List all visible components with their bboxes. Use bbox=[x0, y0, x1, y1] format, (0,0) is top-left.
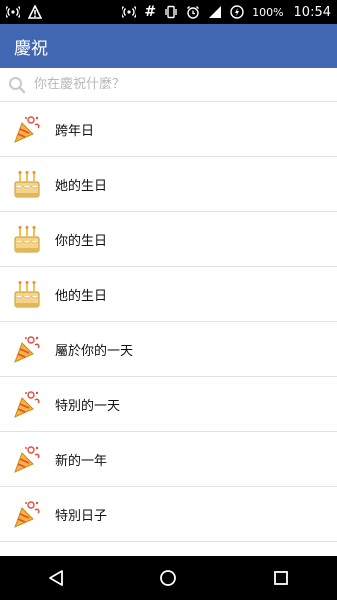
list-item-label: 屬於你的一天 bbox=[55, 343, 134, 359]
app-bar: 慶祝 bbox=[0, 24, 337, 68]
search-bar[interactable] bbox=[0, 68, 337, 102]
vibrate-icon bbox=[164, 5, 178, 19]
page-title: 慶祝 bbox=[14, 38, 48, 59]
party-popper-icon bbox=[11, 498, 43, 530]
list-item-label: 特別日子 bbox=[55, 508, 108, 524]
battery-saver-icon bbox=[230, 5, 244, 19]
list-item-label: 特別的一天 bbox=[55, 398, 121, 414]
wifi-hotspot-icon bbox=[122, 5, 137, 19]
list-item-label: 跨年日 bbox=[55, 123, 95, 139]
list-item[interactable]: 她的生日 bbox=[0, 157, 337, 212]
list-item-label: 他的生日 bbox=[55, 288, 108, 304]
clock: 10:54 bbox=[293, 4, 331, 20]
battery-percent: 100% bbox=[252, 5, 284, 19]
home-circle-icon bbox=[160, 570, 177, 586]
alarm-icon bbox=[186, 5, 200, 19]
lte-signal-icon bbox=[208, 5, 222, 19]
status-bar-right: # 100% 10:54 bbox=[122, 4, 331, 20]
list-item[interactable]: 屬於你的一天 bbox=[0, 322, 337, 377]
hash-icon: # bbox=[144, 4, 157, 20]
list-item[interactable]: 跨年日 bbox=[0, 102, 337, 157]
birthday-cake-icon bbox=[11, 223, 43, 255]
list-item-label: 她的生日 bbox=[55, 178, 108, 194]
party-popper-icon bbox=[11, 388, 43, 420]
back-triangle-icon bbox=[49, 570, 64, 586]
recents-button[interactable] bbox=[259, 556, 303, 600]
list-item[interactable]: 特別的一天 bbox=[0, 377, 337, 432]
status-bar: # 100% 10:54 bbox=[0, 0, 337, 24]
party-popper-icon bbox=[11, 113, 43, 145]
recents-square-icon bbox=[273, 571, 288, 585]
list-item[interactable]: 新的一年 bbox=[0, 432, 337, 487]
search-input[interactable] bbox=[34, 77, 314, 92]
search-icon bbox=[8, 76, 26, 94]
list-item-label: 你的生日 bbox=[55, 233, 108, 249]
list-item-label: 新的一年 bbox=[55, 453, 108, 469]
back-button[interactable] bbox=[34, 556, 78, 600]
warning-triangle-icon bbox=[28, 5, 42, 19]
wifi-hotspot-icon bbox=[6, 5, 20, 19]
status-bar-left bbox=[6, 5, 42, 19]
list-item[interactable]: 他的生日 bbox=[0, 267, 337, 322]
celebration-list: 跨年日 她的生日 你的生日 他的生日 屬於你的一天 特別的一天 新的一年 特別日… bbox=[0, 102, 337, 542]
navigation-bar bbox=[0, 556, 337, 600]
list-item[interactable]: 特別日子 bbox=[0, 487, 337, 542]
birthday-cake-icon bbox=[11, 278, 43, 310]
list-item[interactable]: 你的生日 bbox=[0, 212, 337, 267]
party-popper-icon bbox=[11, 333, 43, 365]
birthday-cake-icon bbox=[11, 168, 43, 200]
home-button[interactable] bbox=[146, 556, 190, 600]
party-popper-icon bbox=[11, 443, 43, 475]
